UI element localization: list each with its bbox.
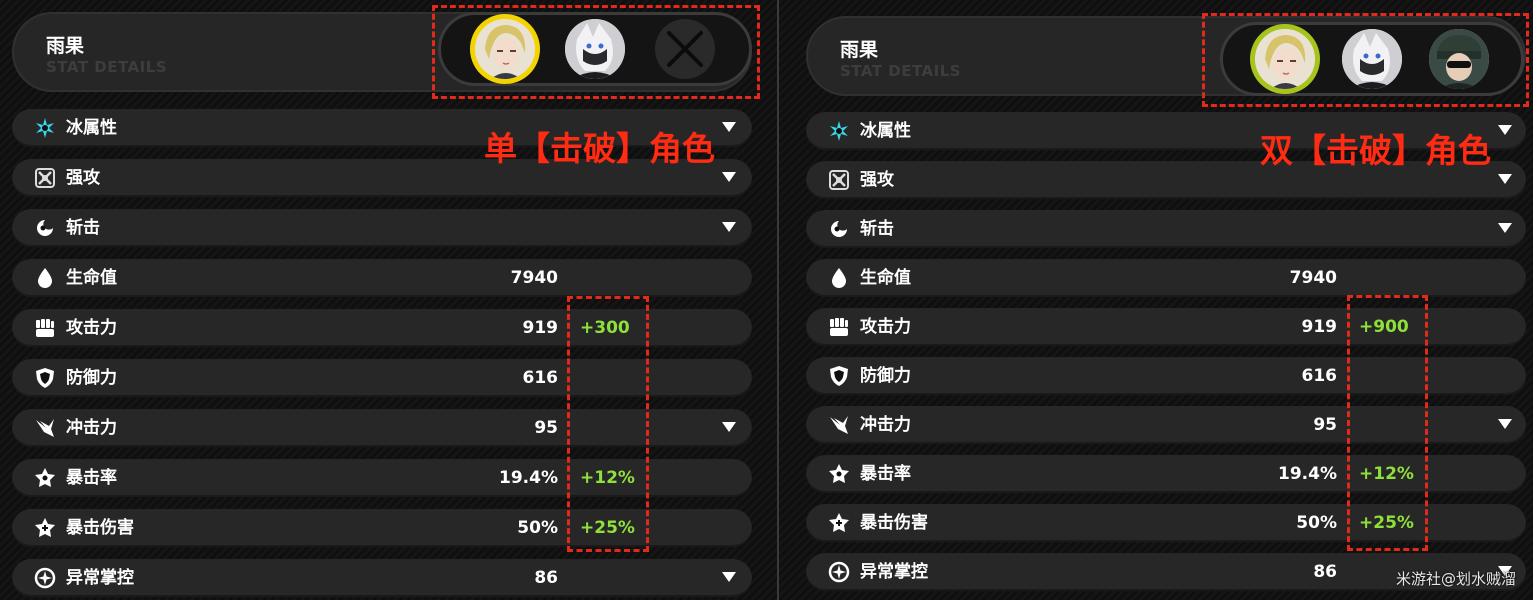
stat-details-subtitle: STAT DETAILS bbox=[46, 58, 168, 76]
team-slot-highlight-box bbox=[1202, 13, 1529, 107]
stat-label: 防御力 bbox=[860, 366, 911, 386]
annotation-label: 单【击破】角色 bbox=[484, 129, 715, 168]
chevron-down-icon[interactable] bbox=[722, 222, 736, 232]
defense-shield-icon bbox=[34, 367, 56, 389]
stat-row[interactable]: 异常掌控 86 bbox=[12, 559, 752, 597]
stat-label: 暴击伤害 bbox=[66, 518, 134, 538]
hp-drop-icon bbox=[828, 267, 850, 289]
attack-specialty-icon bbox=[828, 169, 850, 191]
bonus-highlight-box bbox=[1347, 295, 1428, 551]
chevron-down-icon[interactable] bbox=[1498, 174, 1512, 184]
stat-value: 86 bbox=[1313, 562, 1337, 582]
character-name: 雨果 bbox=[46, 35, 85, 57]
annotation-label: 双【击破】角色 bbox=[1260, 131, 1491, 170]
stat-label: 斩击 bbox=[860, 219, 894, 239]
anomaly-mastery-icon bbox=[828, 561, 850, 583]
stat-label: 冰属性 bbox=[860, 121, 911, 141]
stat-label: 暴击伤害 bbox=[860, 513, 928, 533]
stat-label: 强攻 bbox=[860, 170, 894, 190]
right-stat-panel: 雨果 STAT DETAILS 冰属性 强攻 斩击 生命值 7940 攻击力 919 +900… bbox=[779, 0, 1533, 600]
stat-value: 86 bbox=[534, 568, 558, 588]
stat-value: 7940 bbox=[1289, 268, 1337, 288]
team-slot-highlight-box bbox=[432, 5, 760, 99]
stat-label: 生命值 bbox=[860, 268, 911, 288]
slash-icon bbox=[828, 218, 850, 240]
stat-value: 95 bbox=[534, 418, 558, 438]
impact-icon bbox=[34, 417, 56, 439]
stat-label: 冲击力 bbox=[860, 415, 911, 435]
stat-label: 斩击 bbox=[66, 218, 100, 238]
crit-rate-icon bbox=[34, 467, 56, 489]
stat-value: 50% bbox=[517, 518, 558, 538]
chevron-down-icon[interactable] bbox=[722, 172, 736, 182]
stat-value: 616 bbox=[522, 368, 559, 388]
crit-damage-icon bbox=[828, 512, 850, 534]
stat-label: 异常掌控 bbox=[860, 562, 928, 582]
crit-rate-icon bbox=[828, 463, 850, 485]
chevron-down-icon[interactable] bbox=[1498, 419, 1512, 429]
bonus-highlight-box bbox=[567, 296, 649, 552]
stat-label: 冲击力 bbox=[66, 418, 117, 438]
defense-shield-icon bbox=[828, 365, 850, 387]
stat-label: 暴击率 bbox=[66, 468, 117, 488]
stat-label: 攻击力 bbox=[66, 318, 117, 338]
hp-drop-icon bbox=[34, 267, 56, 289]
stat-value: 95 bbox=[1313, 415, 1337, 435]
ice-attribute-icon bbox=[828, 120, 850, 142]
stat-label: 暴击率 bbox=[860, 464, 911, 484]
stat-details-subtitle: STAT DETAILS bbox=[840, 62, 962, 80]
attack-specialty-icon bbox=[34, 167, 56, 189]
stat-label: 异常掌控 bbox=[66, 568, 134, 588]
stat-value: 919 bbox=[1301, 317, 1338, 337]
chevron-down-icon[interactable] bbox=[1498, 223, 1512, 233]
stat-row[interactable]: 斩击 bbox=[806, 210, 1526, 248]
stat-label: 冰属性 bbox=[66, 118, 117, 138]
stat-value: 19.4% bbox=[1278, 464, 1337, 484]
stat-row: 生命值 7940 bbox=[12, 259, 752, 297]
chevron-down-icon[interactable] bbox=[722, 122, 736, 132]
stat-label: 攻击力 bbox=[860, 317, 911, 337]
attack-fist-icon bbox=[34, 317, 56, 339]
impact-icon bbox=[828, 414, 850, 436]
anomaly-mastery-icon bbox=[34, 567, 56, 589]
watermark: 米游社@划水贼溜 bbox=[1396, 570, 1517, 588]
slash-icon bbox=[34, 217, 56, 239]
stat-value: 7940 bbox=[510, 268, 558, 288]
chevron-down-icon[interactable] bbox=[722, 422, 736, 432]
stat-value: 50% bbox=[1296, 513, 1337, 533]
stat-value: 616 bbox=[1301, 366, 1338, 386]
crit-damage-icon bbox=[34, 517, 56, 539]
stat-value: 19.4% bbox=[499, 468, 558, 488]
chevron-down-icon[interactable] bbox=[1498, 125, 1512, 135]
ice-attribute-icon bbox=[34, 117, 56, 139]
left-stat-panel: 雨果 STAT DETAILS 冰属性 强攻 斩击 生命值 7940 攻击力 919 +300… bbox=[0, 0, 777, 600]
attack-fist-icon bbox=[828, 316, 850, 338]
stat-row[interactable]: 斩击 bbox=[12, 209, 752, 247]
chevron-down-icon[interactable] bbox=[722, 572, 736, 582]
stat-label: 强攻 bbox=[66, 168, 100, 188]
stat-label: 防御力 bbox=[66, 368, 117, 388]
stat-label: 生命值 bbox=[66, 268, 117, 288]
stat-row: 生命值 7940 bbox=[806, 259, 1526, 297]
stat-value: 919 bbox=[522, 318, 559, 338]
character-name: 雨果 bbox=[840, 39, 879, 61]
